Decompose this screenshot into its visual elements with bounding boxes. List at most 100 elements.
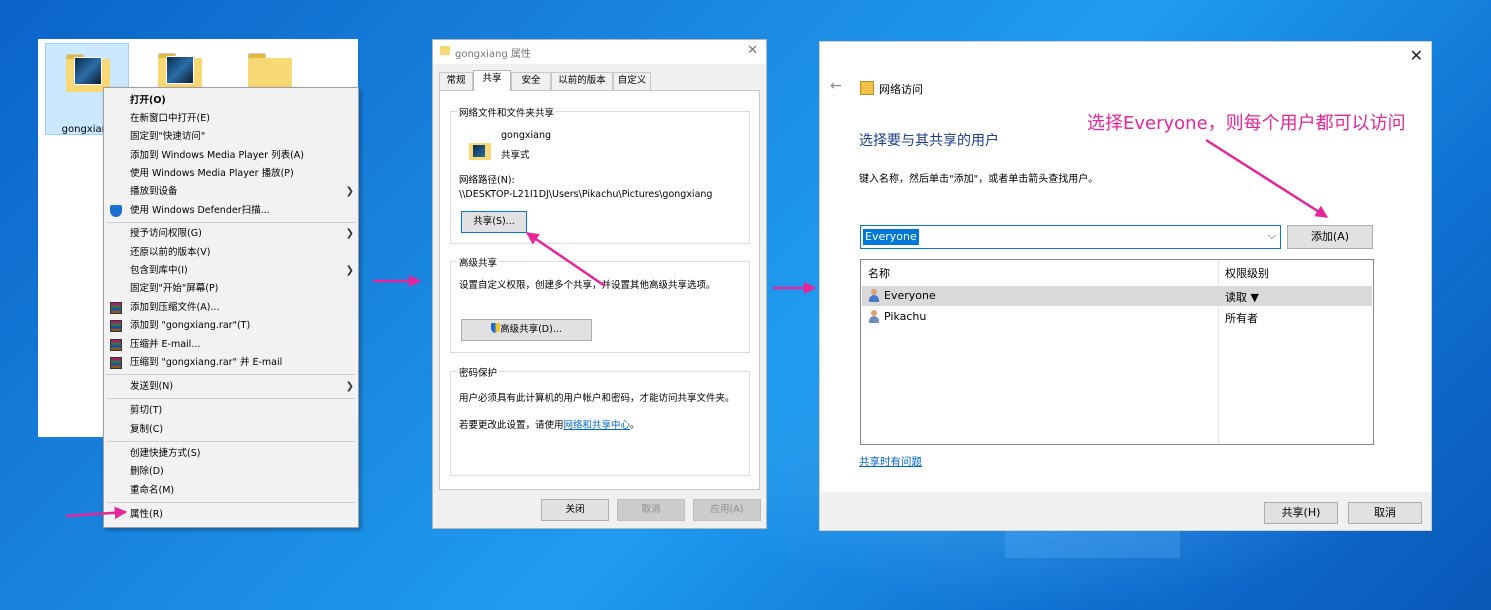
menu-item-properties[interactable]: 属性(R) [104,506,358,524]
shared-folder-name: gongxiang [501,130,552,141]
sharing-help-link[interactable]: 共享时有问题 [859,454,922,469]
context-menu: 打开(O) 在新窗口中打开(E) 固定到"快速访问" 添加到 Windows M… [103,87,359,528]
group-title: 密码保护 [457,365,500,379]
close-icon[interactable]: ✕ [747,43,758,58]
menu-separator [106,222,356,223]
network-path-label: 网络路径(N): [459,175,515,186]
menu-item-defender-scan[interactable]: 使用 Windows Defender扫描... [104,202,358,220]
properties-title: gongxiang 属性 [455,49,531,60]
menu-item-label: 包含到库中(I) [130,265,188,276]
menu-item-rename[interactable]: 重命名(M) [104,482,358,500]
menu-item-include-library[interactable]: 包含到库中(I) ❯ [104,262,358,280]
tab-general[interactable]: 常规 [439,72,473,90]
menu-item-label: 授予访问权限(G) [130,228,202,239]
menu-item-label: 剪切(T) [130,405,163,416]
column-header-permission[interactable]: 权限级别 [1225,265,1269,281]
menu-item-open[interactable]: 打开(O) [104,92,358,110]
menu-item-label: 发送到(N) [130,381,174,392]
winrar-icon [110,339,122,351]
menu-item-copy[interactable]: 复制(C) [104,421,358,439]
menu-item-compress-email[interactable]: 压缩并 E-mail... [104,336,358,354]
network-share-icon [860,81,874,95]
dialog-title: 网络访问 [879,83,923,96]
network-sharing-center-link[interactable]: 网络和共享中心 [564,420,631,431]
menu-item-delete[interactable]: 删除(D) [104,463,358,481]
shared-folder-icon [469,140,491,160]
tab-previous-versions[interactable]: 以前的版本 [551,72,613,90]
user-name: Pikachu [884,310,927,323]
sharing-tab-page: 网络文件和文件夹共享 gongxiang 共享式 网络路径(N): \\DESK… [439,90,760,490]
password-description: 用户必须具有此计算机的用户帐户和密码，才能访问共享文件夹。 [459,393,735,404]
user-row-pikachu[interactable]: Pikachu 所有者 [862,307,1372,327]
menu-item-pin-start[interactable]: 固定到"开始"屏幕(P) [104,280,358,298]
cancel-button[interactable]: 取消 [617,499,685,521]
menu-item-label: 复制(C) [130,424,164,435]
close-icon[interactable]: ✕ [1410,46,1423,65]
menu-item-grant-access[interactable]: 授予访问权限(G) ❯ [104,225,358,243]
share-confirm-button[interactable]: 共享(H) [1264,502,1338,524]
user-name-combobox[interactable]: Everyone ⌵ [860,225,1281,249]
menu-item-label: 属性(R) [130,509,164,520]
cancel-button[interactable]: 取消 [1348,502,1422,524]
menu-item-label: 固定到"快速访问" [130,131,206,142]
menu-item-label: 压缩并 E-mail... [130,339,201,350]
button-label: 高级共享(D)... [500,324,562,335]
defender-shield-icon [110,205,122,217]
menu-item-cast-to-device[interactable]: 播放到设备 ❯ [104,183,358,201]
menu-item-add-rar[interactable]: 添加到 "gongxiang.rar"(T) [104,317,358,335]
apply-button[interactable]: 应用(A) [693,499,761,521]
folder-icon [248,53,292,91]
menu-item-restore-versions[interactable]: 还原以前的版本(V) [104,244,358,262]
annotation-text: 选择Everyone，则每个用户都可以访问 [1087,113,1406,134]
chevron-right-icon: ❯ [345,228,354,239]
menu-item-label: 打开(O) [130,95,166,106]
menu-separator [106,502,356,503]
user-permission-list: 名称 权限级别 Everyone 读取 ▼ Pikachu 所有者 [860,259,1374,445]
network-sharing-group: 网络文件和文件夹共享 gongxiang 共享式 网络路径(N): \\DESK… [450,105,750,244]
menu-item-send-to[interactable]: 发送到(N) ❯ [104,378,358,396]
add-user-button[interactable]: 添加(A) [1287,225,1373,249]
chevron-right-icon: ❯ [345,265,354,276]
tab-security[interactable]: 安全 [511,72,551,90]
winrar-icon [110,302,122,314]
menu-item-label: 在新窗口中打开(E) [130,113,210,124]
close-button[interactable]: 关闭 [541,499,609,521]
dialog-footer: 共享(H) 取消 [820,492,1431,530]
share-button[interactable]: 共享(S)... [461,211,527,233]
folder-photo-icon [158,53,202,91]
tab-customize[interactable]: 自定义 [613,72,651,90]
tab-sharing[interactable]: 共享 [473,70,511,91]
properties-dialog: gongxiang 属性 ✕ 常规 共享 安全 以前的版本 自定义 网络文件和文… [432,39,767,529]
menu-item-add-archive[interactable]: 添加到压缩文件(A)... [104,299,358,317]
menu-item-compress-rar-email[interactable]: 压缩到 "gongxiang.rar" 并 E-mail [104,354,358,372]
menu-item-add-wmp-list[interactable]: 添加到 Windows Media Player 列表(A) [104,147,358,165]
menu-item-play-wmp[interactable]: 使用 Windows Media Player 播放(P) [104,165,358,183]
user-name-input-value[interactable]: Everyone [863,229,919,245]
uac-shield-icon [491,323,501,333]
permission-dropdown[interactable]: 读取 ▼ [1225,289,1259,305]
menu-item-pin-quick-access[interactable]: 固定到"快速访问" [104,128,358,146]
password-protection-group: 密码保护 用户必须具有此计算机的用户帐户和密码，才能访问共享文件夹。 若要更改此… [450,365,750,476]
menu-item-label: 使用 Windows Media Player 播放(P) [130,168,294,179]
menu-item-label: 创建快捷方式(S) [130,448,201,459]
menu-item-label: 添加到压缩文件(A)... [130,302,220,313]
menu-item-label: 删除(D) [130,466,164,477]
advanced-sharing-button[interactable]: 高级共享(D)... [461,319,592,341]
advanced-sharing-description: 设置自定义权限，创建多个共享，并设置其他高级共享选项。 [459,280,716,291]
winrar-icon [110,320,122,332]
group-title: 网络文件和文件夹共享 [457,105,557,119]
menu-item-create-shortcut[interactable]: 创建快捷方式(S) [104,445,358,463]
menu-item-open-new-window[interactable]: 在新窗口中打开(E) [104,110,358,128]
back-arrow-icon[interactable]: ← [830,78,842,94]
column-header-name[interactable]: 名称 [868,265,890,281]
network-path-value: \\DESKTOP-L21I1DJ\Users\Pikachu\Pictures… [459,189,713,200]
chevron-down-icon[interactable]: ⌵ [1268,229,1276,243]
menu-item-cut[interactable]: 剪切(T) [104,402,358,420]
chevron-right-icon: ❯ [345,381,354,392]
menu-separator [106,374,356,375]
menu-item-label: 固定到"开始"屏幕(P) [130,283,219,294]
user-row-everyone[interactable]: Everyone 读取 ▼ [862,286,1372,306]
menu-item-label: 还原以前的版本(V) [130,247,211,258]
user-icon [868,310,880,323]
menu-item-label: 添加到 "gongxiang.rar"(T) [130,320,251,331]
